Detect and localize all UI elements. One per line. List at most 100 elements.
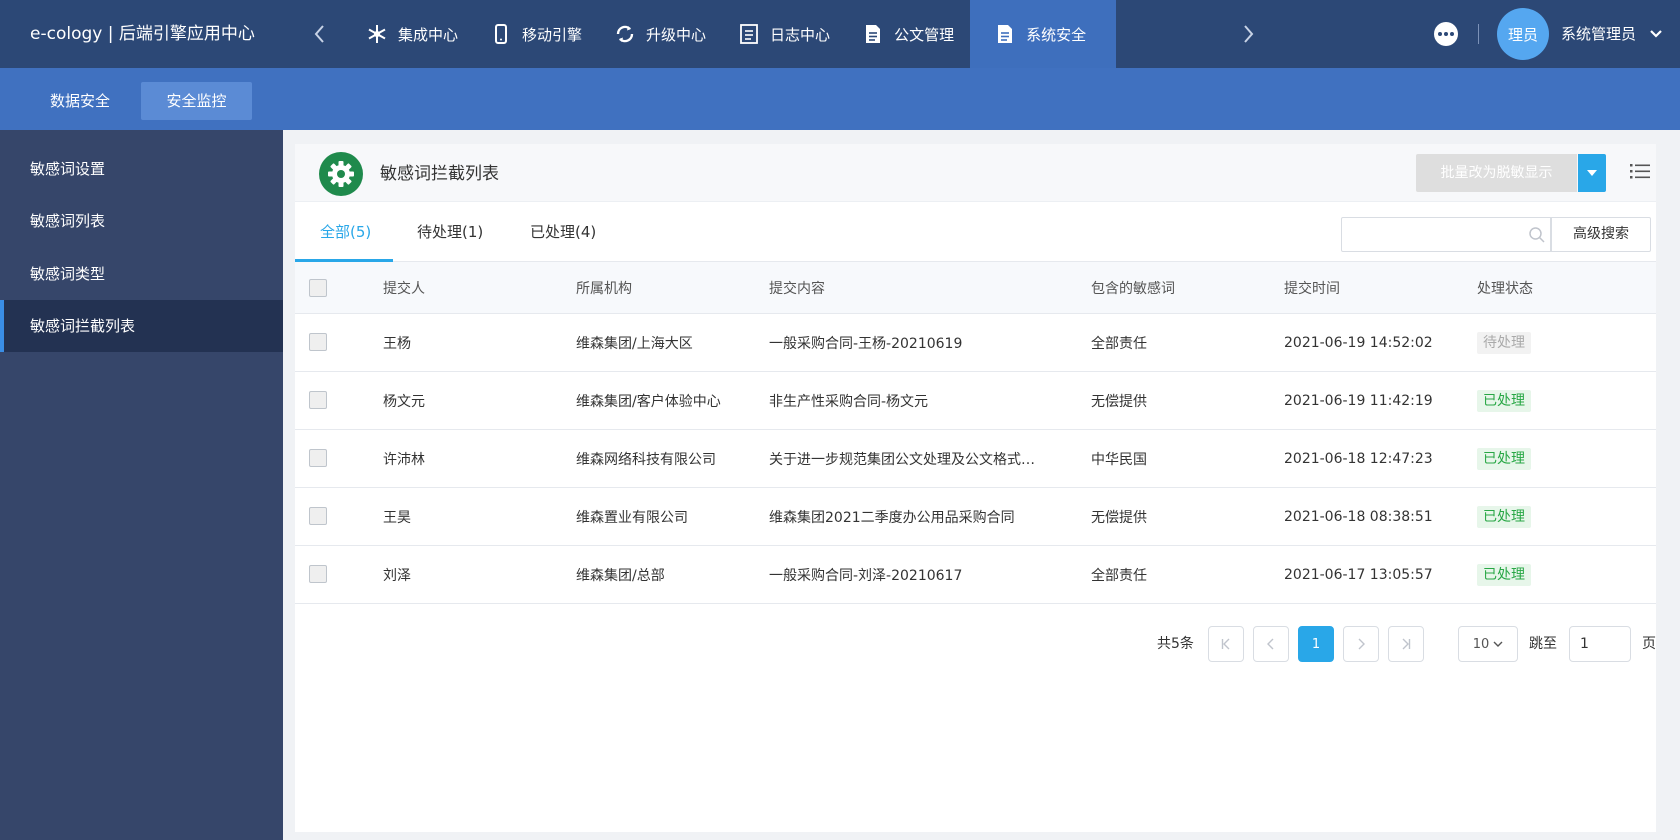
total-count: 共5条 <box>1157 636 1194 652</box>
last-page-button[interactable] <box>1388 626 1424 662</box>
list-menu-icon[interactable] <box>1629 160 1651 182</box>
nav-tab-system-security[interactable]: 系统安全 <box>970 0 1117 68</box>
nav-tab-log[interactable]: 日志中心 <box>722 0 846 68</box>
table-header: 提交人 所属机构 提交内容 包含的敏感词 提交时间 处理状态 <box>295 262 1656 314</box>
status-cell: 已处理 <box>1477 546 1647 603</box>
jump-page-input[interactable] <box>1569 626 1631 662</box>
nav-tab-official-docs[interactable]: 公文管理 <box>846 0 970 68</box>
chevron-down-icon[interactable] <box>1648 26 1664 42</box>
org-cell: 维森集团/上海大区 <box>576 335 693 352</box>
column-header[interactable]: 处理状态 <box>1477 262 1647 313</box>
status-badge: 已处理 <box>1477 389 1531 412</box>
table-row[interactable]: 刘泽 维森集团/总部 一般采购合同-刘泽-20210617 全部责任 2021-… <box>295 546 1656 604</box>
status-badge: 待处理 <box>1477 331 1531 354</box>
content-cell[interactable]: 一般采购合同-刘泽-20210617 <box>769 546 1069 603</box>
content-cell[interactable]: 关于进一步规范集团公文处理及公文格式… <box>769 430 1069 487</box>
filter-tabs: 全部(5) 待处理(1) 已处理(4) 高级搜索 <box>295 202 1656 262</box>
advanced-search-button[interactable]: 高级搜索 <box>1551 217 1651 252</box>
submitter-cell: 许沛林 <box>383 451 425 468</box>
time-cell: 2021-06-18 12:47:23 <box>1284 450 1433 467</box>
search-icon[interactable] <box>1528 226 1546 244</box>
nav-tab-upgrade[interactable]: 升级中心 <box>598 0 722 68</box>
nav-tab-label: 公文管理 <box>894 25 955 44</box>
row-checkbox[interactable] <box>309 391 327 409</box>
row-checkbox[interactable] <box>309 333 327 351</box>
avatar[interactable]: 理员 <box>1497 8 1549 60</box>
status-cell: 待处理 <box>1477 314 1647 371</box>
sub-navbar: 数据安全 安全监控 <box>0 68 1680 130</box>
submitter-cell: 王杨 <box>383 335 411 352</box>
submitter-cell: 王昊 <box>383 509 411 526</box>
column-header[interactable]: 包含的敏感词 <box>1091 262 1271 313</box>
subtab-data-security[interactable]: 数据安全 <box>30 82 130 120</box>
more-icon[interactable] <box>1434 22 1458 46</box>
select-all-checkbox[interactable] <box>309 279 327 297</box>
page-title: 敏感词拦截列表 <box>380 164 499 184</box>
sidebar-item-sensitive-settings[interactable]: 敏感词设置 <box>0 143 283 195</box>
nav-tab-integration[interactable]: 集成中心 <box>350 0 474 68</box>
org-cell: 维森集团/客户体验中心 <box>576 393 721 410</box>
first-page-icon <box>1221 638 1230 650</box>
row-checkbox[interactable] <box>309 565 327 583</box>
subtab-security-monitor[interactable]: 安全监控 <box>141 82 252 120</box>
row-checkbox[interactable] <box>309 507 327 525</box>
nav-prev-arrow[interactable] <box>308 22 332 46</box>
page-unit-label: 页 <box>1642 636 1656 652</box>
user-name[interactable]: 系统管理员 <box>1561 0 1636 68</box>
chevron-left-icon <box>314 25 324 43</box>
search-box <box>1341 217 1551 252</box>
status-cell: 已处理 <box>1477 430 1647 487</box>
content-cell[interactable]: 一般采购合同-王杨-20210619 <box>769 314 1069 371</box>
search-input[interactable] <box>1342 218 1522 251</box>
snowflake-icon <box>366 23 388 45</box>
app-title: e-cology | 后端引擎应用中心 <box>30 24 255 44</box>
column-header[interactable]: 提交人 <box>383 262 563 313</box>
sensitive-word-cell: 无偿提供 <box>1091 509 1147 526</box>
content-cell[interactable]: 非生产性采购合同-杨文元 <box>769 372 1069 429</box>
content-cell[interactable]: 维森集团2021二季度办公用品采购合同 <box>769 488 1069 545</box>
table-row[interactable]: 许沛林 维森网络科技有限公司 关于进一步规范集团公文处理及公文格式… 中华民国 … <box>295 430 1656 488</box>
nav-next-arrow[interactable] <box>1236 22 1260 46</box>
chevron-left-icon <box>1267 638 1274 650</box>
nav-tab-label: 日志中心 <box>770 25 831 44</box>
nav-tabs: 集成中心 移动引擎 升级中心 日志中心 公文管理 系统安全 <box>350 0 1117 68</box>
pagination: 共5条 1 10 跳至 页 <box>295 626 1656 662</box>
next-page-button[interactable] <box>1343 626 1379 662</box>
row-checkbox[interactable] <box>309 449 327 467</box>
column-header[interactable]: 所属机构 <box>576 262 756 313</box>
tab-processed[interactable]: 已处理(4) <box>530 202 596 262</box>
log-icon <box>738 23 760 45</box>
nav-tab-label: 系统安全 <box>1026 25 1087 44</box>
page-size-select[interactable]: 10 <box>1458 626 1518 662</box>
first-page-button[interactable] <box>1208 626 1244 662</box>
submitter-cell: 刘泽 <box>383 567 411 584</box>
sidebar-item-sensitive-types[interactable]: 敏感词类型 <box>0 248 283 300</box>
status-badge: 已处理 <box>1477 505 1531 528</box>
status-badge: 已处理 <box>1477 563 1531 586</box>
status-cell: 已处理 <box>1477 372 1647 429</box>
column-header[interactable]: 提交时间 <box>1284 262 1464 313</box>
table-row[interactable]: 王昊 维森置业有限公司 维森集团2021二季度办公用品采购合同 无偿提供 202… <box>295 488 1656 546</box>
sensitive-word-cell: 无偿提供 <box>1091 393 1147 410</box>
table-row[interactable]: 王杨 维森集团/上海大区 一般采购合同-王杨-20210619 全部责任 202… <box>295 314 1656 372</box>
tab-all[interactable]: 全部(5) <box>320 202 371 262</box>
last-page-icon <box>1402 638 1411 650</box>
batch-dropdown-button[interactable] <box>1578 154 1606 192</box>
phone-icon <box>490 23 512 45</box>
time-cell: 2021-06-19 14:52:02 <box>1284 334 1433 351</box>
org-cell: 维森集团/总部 <box>576 567 665 584</box>
org-cell: 维森网络科技有限公司 <box>576 451 716 468</box>
column-header[interactable]: 提交内容 <box>769 262 1069 313</box>
table-row[interactable]: 杨文元 维森集团/客户体验中心 非生产性采购合同-杨文元 无偿提供 2021-0… <box>295 372 1656 430</box>
page-number-button[interactable]: 1 <box>1298 626 1334 662</box>
sidebar-item-sensitive-list[interactable]: 敏感词列表 <box>0 195 283 247</box>
refresh-icon <box>614 23 636 45</box>
time-cell: 2021-06-17 13:05:57 <box>1284 566 1433 583</box>
document-icon <box>862 23 884 45</box>
prev-page-button[interactable] <box>1253 626 1289 662</box>
sidebar-item-intercept-list[interactable]: 敏感词拦截列表 <box>0 300 283 352</box>
batch-desensitize-button[interactable]: 批量改为脱敏显示 <box>1416 154 1577 192</box>
top-navbar: e-cology | 后端引擎应用中心 集成中心 移动引擎 升级中心 日志中心 … <box>0 0 1680 68</box>
tab-pending[interactable]: 待处理(1) <box>417 202 483 262</box>
nav-tab-mobile[interactable]: 移动引擎 <box>474 0 598 68</box>
